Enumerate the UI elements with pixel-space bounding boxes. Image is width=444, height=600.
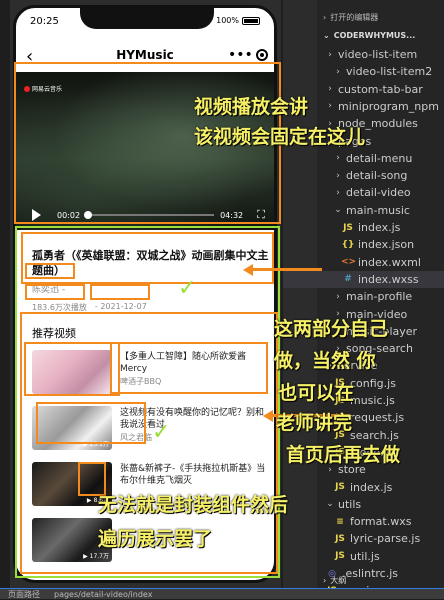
wxss-file-icon: # — [344, 274, 352, 285]
project-header[interactable]: ⌄ CODERWHYMUS... — [283, 26, 444, 44]
checkmark-icon: ✓ — [178, 276, 197, 301]
open-editors-header[interactable]: › 打开的编辑器 — [283, 8, 444, 26]
tree-folder[interactable]: › video-list-item — [283, 46, 444, 63]
arrow-line — [252, 268, 322, 271]
tree-file[interactable]: {} index.json — [283, 236, 444, 253]
menu-capsule[interactable]: ••• — [228, 47, 268, 63]
tree-item-label: detail-video — [346, 186, 411, 200]
tree-item-label: config.js — [350, 376, 396, 390]
chevron-down-icon: ⌄ — [323, 30, 330, 40]
tree-item-label: search.js — [350, 428, 399, 442]
page-path-prefix: 页面路径 — [8, 589, 40, 599]
tree-item-label: video-list-item — [338, 48, 418, 61]
tree-folder[interactable]: › video-list-item2 — [283, 63, 444, 80]
tree-item-label: miniprogram_npm — [338, 99, 439, 113]
tree-item-label: index.wxml — [358, 255, 421, 269]
project-label: CODERWHYMUS... — [333, 30, 416, 40]
chevron-right-icon: › — [328, 101, 332, 112]
chevron-right-icon: › — [336, 170, 340, 181]
tree-file[interactable]: # index.wxss — [283, 270, 444, 288]
tree-folder[interactable]: › detail-menu — [283, 150, 444, 167]
chevron-right-icon: › — [328, 84, 332, 95]
tree-item-label: lyric-parse.js — [350, 532, 421, 546]
more-dots-icon[interactable]: ••• — [228, 48, 253, 62]
tree-folder[interactable]: › detail-video — [283, 184, 444, 201]
chevron-down-icon: ⌄ — [326, 499, 334, 510]
status-divider — [0, 588, 444, 589]
tree-file[interactable]: JS util.js — [283, 548, 444, 565]
annotation-text: 首页后再去做 — [286, 444, 401, 466]
annotation-text: 遍历展示罢了 — [98, 528, 213, 550]
js-file-icon: JS — [343, 222, 353, 233]
chevron-right-icon: › — [336, 66, 340, 77]
js-file-icon: JS — [335, 533, 345, 544]
tree-item-label: main-profile — [346, 290, 413, 304]
tree-file[interactable]: JS index.js — [283, 479, 444, 496]
tree-item-label: custom-tab-bar — [338, 82, 423, 96]
tree-item-label: index.js — [358, 221, 401, 234]
annotation-text: 视频播放会讲 — [194, 96, 309, 118]
annotation-text: 这两部分自己 — [274, 318, 389, 340]
annotation-text: 做，当然 你 — [274, 350, 376, 372]
close-capsule-icon[interactable] — [256, 49, 268, 61]
battery-icon — [242, 16, 260, 25]
outline-label: 大纲 — [330, 575, 347, 585]
tree-item-label: index.json — [358, 238, 415, 252]
tree-folder[interactable]: ⌄ main-music — [283, 202, 444, 219]
battery-indicator: 100% — [216, 16, 260, 25]
tree-file[interactable]: ≡ format.wxs — [283, 513, 444, 530]
annotation-text: 无法就是封装组件然后 — [98, 494, 289, 516]
tree-item-label: video-list-item2 — [346, 65, 433, 79]
tree-item-label: utils — [338, 497, 362, 511]
title-highlight-box — [110, 342, 268, 394]
chevron-right-icon: › — [336, 153, 340, 164]
tree-item-label: util.js — [350, 549, 380, 563]
chevron-right-icon: › — [336, 291, 340, 302]
tree-file[interactable]: JS lyric-parse.js — [283, 530, 444, 547]
date-highlight-box — [90, 284, 150, 300]
tree-item-label: music.js — [350, 394, 395, 407]
arrow-head-icon — [263, 410, 273, 422]
tree-item-label: main-music — [346, 203, 410, 217]
tree-folder[interactable]: ⌄ utils — [283, 496, 444, 513]
tree-item-label: detail-menu — [346, 151, 413, 165]
js-file-icon: JS — [335, 482, 345, 492]
tree-item-label: request.js — [350, 411, 405, 425]
artist-highlight-box — [25, 263, 75, 279]
arrow-head-icon — [243, 264, 253, 276]
tree-item-label: format.wxs — [350, 515, 412, 529]
status-time: 20:25 — [30, 16, 59, 27]
open-editors-label: 打开的编辑器 — [330, 12, 379, 22]
json-file-icon: {} — [341, 239, 355, 250]
wxs-file-icon: ≡ — [336, 516, 344, 527]
chevron-down-icon: ⌄ — [334, 205, 342, 216]
page-path[interactable]: pages/detail-video/index — [54, 590, 152, 599]
tree-item-label: index.js — [350, 480, 393, 494]
js-file-icon: JS — [335, 551, 345, 562]
chevron-right-icon: › — [323, 575, 327, 585]
status-bar: 页面路径 pages/detail-video/index — [0, 588, 444, 599]
wxml-file-icon: <> — [341, 257, 357, 268]
outline-header[interactable]: › 大纲 — [283, 571, 444, 589]
thumb-highlight-box — [24, 342, 120, 396]
battery-percent: 100% — [216, 16, 239, 25]
annotation-text: 也可以在 — [278, 382, 355, 404]
tree-item-label: detail-song — [346, 169, 408, 183]
tree-folder[interactable]: › detail-song — [283, 167, 444, 184]
file-explorer: › 打开的编辑器 ⌄ CODERWHYMUS... › video-list-it… — [283, 0, 444, 599]
count-highlight-box — [25, 284, 85, 300]
tree-folder[interactable]: › main-profile — [283, 288, 444, 305]
chevron-right-icon: › — [328, 49, 332, 60]
badge-highlight-box — [78, 462, 106, 496]
tree-item-label: index.wxss — [358, 272, 419, 286]
tree-file[interactable]: JS index.js — [283, 219, 444, 236]
chevron-right-icon: › — [323, 12, 327, 22]
checkmark-icon: ✓ — [152, 420, 171, 445]
phone-status-bar: 20:25 100% — [16, 16, 274, 30]
annotation-text: 老师讲完 — [276, 412, 353, 434]
chevron-right-icon: › — [336, 187, 340, 198]
thumb2-highlight-box — [36, 402, 146, 444]
annotation-text: 该视频会固定在这儿 — [194, 126, 366, 148]
